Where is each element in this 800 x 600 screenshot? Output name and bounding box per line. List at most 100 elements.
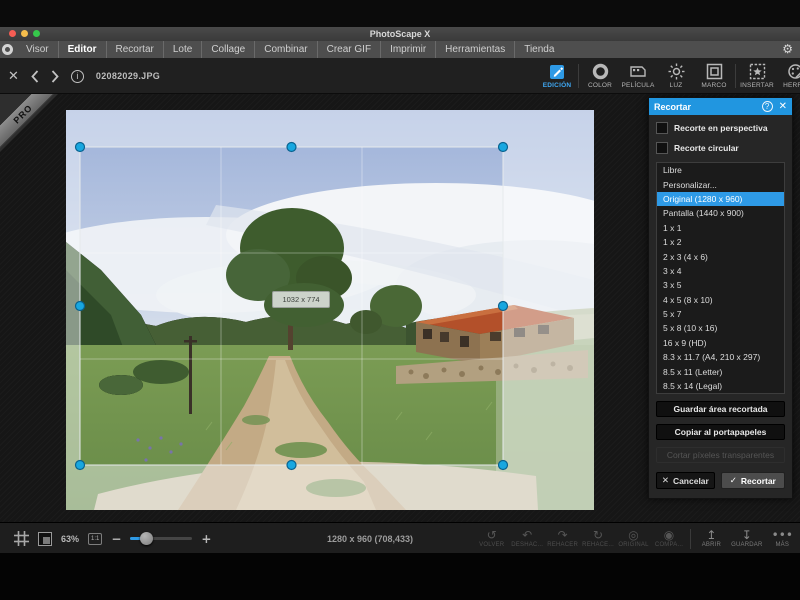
ratio-option-libre[interactable]: Libre [657,163,784,177]
editor-toolbar: ✕ i 02082029.JPG EDICIÓN [0,58,800,94]
tab-insertar[interactable]: INSERTAR [738,59,776,93]
ratio-option-3x4[interactable]: 3 x 4 [657,264,784,278]
landscape-photo: 1032 x 774 [66,110,594,510]
window-title: PhotoScape X [0,29,800,39]
crop-panel: Recortar ? ✕ Recorte en perspectiva Reco… [648,97,793,499]
zoom-out-button[interactable]: − [111,532,121,546]
ratio-option-16x9[interactable]: 16 x 9 (HD) [657,336,784,350]
photoscape-logo-icon [2,44,13,55]
main-menubar: Visor Editor Recortar Lote Collage Combi… [0,41,800,58]
save-icon: ↧ [742,529,752,541]
menu-item-collage[interactable]: Collage [201,41,254,58]
ratio-option-letter[interactable]: 8.5 x 11 (Letter) [657,364,784,378]
show-original-button[interactable]: ◎ ORIGINAL [616,529,651,548]
perspective-crop-checkbox[interactable] [656,122,668,134]
canvas-background-toggle-icon[interactable] [38,532,52,546]
ratio-option-a4[interactable]: 8.3 x 11.7 (A4, 210 x 297) [657,350,784,364]
crop-handle-middle-right[interactable] [499,302,508,311]
menu-item-recortar[interactable]: Recortar [106,41,163,58]
tab-pelicula[interactable]: PELÍCULA [619,59,657,93]
crop-size-tooltip: 1032 x 774 [272,291,330,308]
previous-image-icon[interactable] [31,70,39,83]
photoscape-window: PhotoScape X Visor Editor Recortar Lote … [0,0,800,600]
ratio-option-legal[interactable]: 8.5 x 14 (Legal) [657,379,784,393]
ratio-option-1x2[interactable]: 1 x 2 [657,235,784,249]
settings-gear-icon[interactable]: ⚙ [782,42,793,56]
tab-edicion[interactable]: EDICIÓN [538,59,576,93]
menu-item-editor[interactable]: Editor [58,41,106,58]
redo-icon: ↷ [558,529,568,541]
zoom-level: 63% [61,534,79,544]
tab-color[interactable]: COLOR [581,59,619,93]
crop-handle-bottom-left[interactable] [76,461,85,470]
menu-item-combinar[interactable]: Combinar [254,41,316,58]
menu-item-tienda[interactable]: Tienda [514,41,563,58]
perspective-crop-option[interactable]: Recorte en perspectiva [656,122,785,134]
history-toolbar: ↺ VOLVER ↶ DESHAC... ↷ REHACER ↻ REHACE.… [474,523,800,554]
open-button[interactable]: ↥ ABRIR [694,529,729,548]
menu-item-herramientas[interactable]: Herramientas [435,41,514,58]
tab-luz[interactable]: LUZ [657,59,695,93]
tab-marco[interactable]: MARCO [695,59,733,93]
crop-handle-top-right[interactable] [499,143,508,152]
image-info-icon[interactable]: i [71,70,84,83]
zoom-slider[interactable] [130,537,192,540]
panel-close-icon[interactable]: ✕ [779,101,787,112]
traffic-lights [9,30,40,37]
undo-all-button[interactable]: ↺ VOLVER [474,529,509,548]
copy-to-clipboard-button[interactable]: Copiar al portapapeles [656,424,785,440]
image-dimensions-info: 1280 x 960 (708,433) [280,523,460,554]
close-image-icon[interactable]: ✕ [8,70,19,83]
next-image-icon[interactable] [51,70,59,83]
ratio-option-1x1[interactable]: 1 x 1 [657,221,784,235]
menu-item-lote[interactable]: Lote [163,41,201,58]
cancel-x-icon: ✕ [662,476,669,486]
ratio-option-original[interactable]: Original (1280 x 960) [657,192,784,206]
zoom-in-button[interactable]: + [201,532,211,546]
cancel-button[interactable]: ✕ Cancelar [656,472,715,489]
save-button[interactable]: ↧ GUARDAR [729,529,764,548]
ratio-option-pantalla[interactable]: Pantalla (1440 x 900) [657,206,784,220]
aspect-ratio-list: Libre Personalizar... Original (1280 x 9… [656,162,785,394]
menu-item-imprimir[interactable]: Imprimir [380,41,435,58]
crop-handle-top-left[interactable] [76,143,85,152]
redo-all-button[interactable]: ↻ REHACE... [580,529,615,548]
save-cropped-area-button[interactable]: Guardar área recortada [656,401,785,417]
titlebar: PhotoScape X [0,27,800,41]
crop-handle-top-center[interactable] [287,143,296,152]
edit-icon [549,63,566,80]
ratio-option-5x7[interactable]: 5 x 7 [657,307,784,321]
compare-button[interactable]: ◉ COMPA... [651,529,686,548]
minimize-window-button[interactable] [21,30,28,37]
zoom-slider-handle[interactable] [140,532,153,545]
zoom-1-1-button[interactable]: 1:1 [88,533,102,545]
redo-button[interactable]: ↷ REHACER [545,529,580,548]
undo-button[interactable]: ↶ DESHAC... [509,529,544,548]
ratio-option-5x8[interactable]: 5 x 8 (10 x 16) [657,321,784,335]
ratio-option-2x3[interactable]: 2 x 3 (4 x 6) [657,249,784,263]
menu-item-crear-gif[interactable]: Crear GIF [317,41,380,58]
ratio-option-3x5[interactable]: 3 x 5 [657,278,784,292]
redo-all-icon: ↻ [593,529,603,541]
tab-herramientas[interactable]: HERRA [776,59,800,93]
menu-item-visor[interactable]: Visor [17,41,58,58]
tools-icon [787,63,800,80]
desktop-background-top [0,0,800,27]
crop-handle-middle-left[interactable] [76,302,85,311]
crop-handle-bottom-right[interactable] [499,461,508,470]
color-icon [592,63,609,80]
trim-transparent-pixels-button: Cortar píxeles transparentes [656,447,785,463]
crop-grid-toggle-icon[interactable] [14,531,29,546]
more-button[interactable]: ••• MÁS [765,529,800,548]
ratio-option-4x5[interactable]: 4 x 5 (8 x 10) [657,293,784,307]
crop-panel-header[interactable]: Recortar ? ✕ [649,98,792,115]
ratio-option-personalizar[interactable]: Personalizar... [657,177,784,191]
open-filename: 02082029.JPG [96,71,160,81]
zoom-window-button[interactable] [33,30,40,37]
circular-crop-checkbox[interactable] [656,142,668,154]
close-window-button[interactable] [9,30,16,37]
help-icon[interactable]: ? [762,101,773,112]
apply-crop-button[interactable]: ✓ Recortar [721,472,785,489]
circular-crop-option[interactable]: Recorte circular [656,142,785,154]
crop-handle-bottom-center[interactable] [287,461,296,470]
